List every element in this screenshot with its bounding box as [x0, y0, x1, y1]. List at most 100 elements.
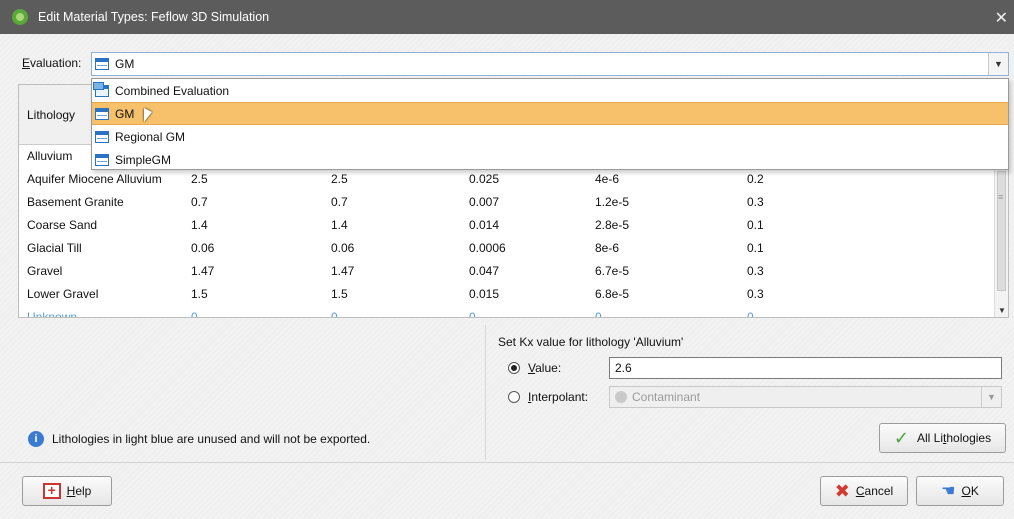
value-cell: 8e-6	[595, 241, 620, 255]
value-cell: 0.0006	[469, 241, 506, 255]
table-row[interactable]: Lower Gravel 1.5 1.5 0.015 6.8e-5 0.3	[19, 283, 995, 306]
evaluation-selected-value: GM	[115, 57, 135, 71]
scrollbar-thumb[interactable]	[997, 171, 1006, 291]
lithology-name-cell: Aquifer Miocene Alluvium	[27, 172, 162, 186]
lithology-name-cell: Basement Granite	[27, 195, 124, 209]
all-lithologies-button[interactable]: ✓ All Lithologies	[879, 423, 1006, 453]
footer-divider	[0, 462, 1014, 463]
column-header-lithology[interactable]: Lithology	[27, 108, 75, 122]
evaluation-option[interactable]: Regional GM	[92, 125, 1008, 148]
value-cell: 6.7e-5	[595, 264, 630, 278]
lithology-name-cell: Glacial Till	[27, 241, 82, 255]
set-kx-panel: Set Kx value for lithology 'Alluvium' Va…	[485, 325, 1014, 460]
grid-icon	[95, 58, 109, 70]
grid-icon	[95, 153, 109, 166]
interpolant-icon	[615, 391, 627, 403]
ok-button[interactable]: ☚ OK	[916, 476, 1004, 506]
value-cell: 0.1	[747, 241, 764, 255]
cancel-label: Cancel	[855, 484, 894, 498]
scroll-down-icon[interactable]: ▼	[998, 306, 1006, 315]
value-cell: 1.47	[331, 264, 355, 278]
checkmark-icon: ✓	[893, 427, 910, 448]
help-button[interactable]: Help	[22, 476, 112, 506]
evaluation-option-label: SimpleGM	[115, 152, 172, 167]
table-row[interactable]: Gravel 1.47 1.47 0.047 6.7e-5 0.3	[19, 260, 995, 283]
value-cell: 0.015	[469, 287, 500, 301]
value-cell: 1.5	[331, 287, 348, 301]
ok-hand-icon: ☚	[941, 483, 956, 500]
grid-icon	[95, 107, 109, 120]
value-cell: 0.014	[469, 218, 500, 232]
title-bar: Edit Material Types: Feflow 3D Simulatio…	[0, 0, 1014, 34]
value-cell: 0.025	[469, 172, 500, 186]
evaluation-option[interactable]: GM	[92, 102, 1008, 125]
value-cell: 0.2	[747, 172, 764, 186]
value-radio[interactable]	[508, 362, 520, 374]
interpolant-select[interactable]: Contaminant ▼	[609, 386, 1002, 408]
interpolant-radio[interactable]	[508, 391, 520, 403]
value-cell: 0	[191, 310, 198, 318]
interpolant-value: Contaminant	[632, 390, 701, 404]
combined-evaluation-icon	[93, 81, 109, 97]
value-cell: 0.007	[469, 195, 500, 209]
value-label: Value:	[528, 361, 562, 375]
evaluation-label: Evaluation:	[22, 56, 82, 70]
table-row[interactable]: Basement Granite 0.7 0.7 0.007 1.2e-5 0.3	[19, 191, 995, 214]
lithology-name-cell: Unknown	[27, 310, 78, 318]
chevron-down-icon[interactable]: ▼	[988, 53, 1008, 75]
table-row[interactable]: Glacial Till 0.06 0.06 0.0006 8e-6 0.1	[19, 237, 995, 260]
value-cell: 4e-6	[595, 172, 620, 186]
table-row[interactable]: Aquifer Miocene Alluvium 2.5 2.5 0.025 4e-6 0…	[19, 168, 995, 191]
help-lifebuoy-icon	[42, 482, 61, 499]
table-row[interactable]: Unknown 0 0 0 0 0	[19, 306, 995, 318]
value-cell: 0	[747, 310, 754, 318]
lithology-name-cell: Alluvium	[27, 149, 73, 163]
value-cell: 0.06	[331, 241, 355, 255]
info-text: Lithologies in light blue are unused and…	[52, 432, 371, 446]
interpolant-label: Interpolant:	[528, 390, 589, 404]
close-icon[interactable]: ✕	[995, 8, 1008, 28]
info-message: i Lithologies in light blue are unused a…	[28, 431, 370, 447]
value-cell: 0	[469, 310, 476, 318]
evaluation-option-label: GM	[115, 106, 135, 121]
evaluation-option[interactable]: Combined Evaluation	[92, 79, 1008, 102]
table-row[interactable]: Coarse Sand 1.4 1.4 0.014 2.8e-5 0.1	[19, 214, 995, 237]
value-cell: 0	[331, 310, 338, 318]
value-cell: 2.8e-5	[595, 218, 630, 232]
kx-value-input[interactable]: 2.6	[609, 357, 1002, 379]
evaluation-option-label: Regional GM	[115, 129, 186, 144]
lithology-name-cell: Gravel	[27, 264, 63, 278]
grid-icon	[95, 130, 109, 143]
value-cell: 0.3	[747, 195, 764, 209]
value-cell: 1.4	[331, 218, 348, 232]
dialog-window: Edit Material Types: Feflow 3D Simulatio…	[0, 0, 1014, 519]
app-logo-icon	[12, 9, 28, 25]
value-cell: 0.06	[191, 241, 215, 255]
info-icon: i	[28, 431, 44, 447]
value-cell: 0.047	[469, 264, 500, 278]
lithology-name-cell: Coarse Sand	[27, 218, 98, 232]
kx-panel-title: Set Kx value for lithology 'Alluvium'	[498, 335, 684, 349]
evaluation-dropdown-list: Combined Evaluation GM Regional GM SimpleGM	[91, 78, 1009, 170]
value-cell: 2.5	[191, 172, 208, 186]
value-cell: 1.5	[191, 287, 208, 301]
evaluation-option[interactable]: SimpleGM	[92, 148, 1008, 171]
value-cell: 0.7	[191, 195, 208, 209]
value-cell: 1.2e-5	[595, 195, 630, 209]
table-scrollbar[interactable]: ▼	[994, 169, 1008, 317]
value-cell: 2.5	[331, 172, 348, 186]
value-cell: 0.3	[747, 264, 764, 278]
cancel-x-icon: ✖	[834, 480, 850, 501]
value-cell: 0.7	[331, 195, 348, 209]
value-cell: 1.4	[191, 218, 208, 232]
value-cell: 0.3	[747, 287, 764, 301]
chevron-down-icon[interactable]: ▼	[981, 387, 1001, 407]
all-lithologies-label: All Lithologies	[917, 431, 992, 445]
help-label: Help	[66, 484, 92, 498]
ok-label: OK	[961, 484, 979, 498]
evaluation-select[interactable]: GM ▼	[91, 52, 1009, 76]
window-title: Edit Material Types: Feflow 3D Simulatio…	[38, 10, 270, 24]
lithology-name-cell: Lower Gravel	[27, 287, 99, 301]
value-cell: 6.8e-5	[595, 287, 630, 301]
cancel-button[interactable]: ✖ Cancel	[820, 476, 908, 506]
